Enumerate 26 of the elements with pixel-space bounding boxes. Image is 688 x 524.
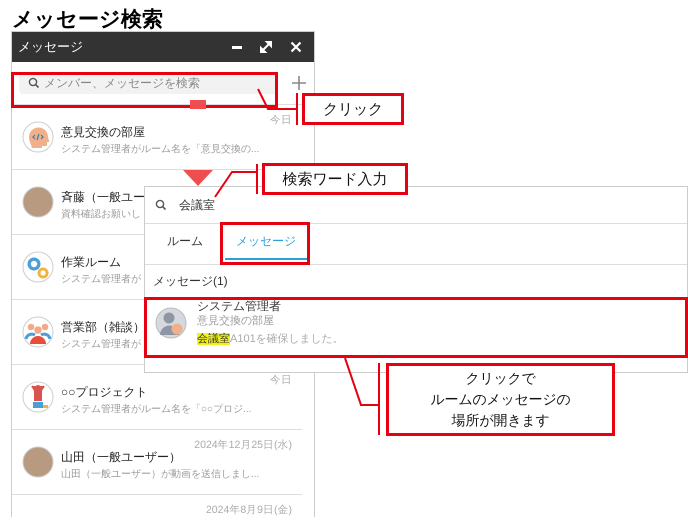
callout-text: クリック — [323, 100, 383, 118]
room-name: 営業部（雑談） — [61, 320, 145, 334]
timestamp: 2024年12月25日(水) — [194, 439, 292, 451]
timestamp: 2024年8月9日(金) — [206, 504, 292, 516]
message-preview: 山田（一般ユーザー）が動画を送信しまし... — [61, 468, 260, 480]
message-preview: システム管理者が — [61, 338, 142, 350]
callout-text: クリックで — [466, 369, 536, 388]
message-snippet: 会議室A101を確保しました。 — [197, 332, 344, 346]
message-preview: システム管理者がルーム名を「○○プロジ... — [61, 402, 252, 416]
room-name: 意見交換の部屋 — [61, 124, 146, 140]
room-name: 斉藤（一般ユー — [61, 190, 145, 204]
sender-name: システム管理者 — [197, 299, 282, 313]
timestamp: 今日 — [270, 374, 292, 386]
message-preview: システム管理者がルーム名を「意見交換の... — [61, 142, 260, 156]
window-title: メッセージ — [18, 38, 83, 56]
room-name: 意見交換の部屋 — [197, 314, 275, 328]
timestamp: 今日 — [270, 114, 292, 126]
room-name: ○○プロジェクト — [61, 384, 148, 400]
room-name: 作業ルーム — [61, 254, 122, 270]
message-preview: システム管理者が — [61, 272, 141, 286]
room-name: 山田（一般ユーザー） — [61, 450, 182, 464]
section-heading: メッセージ(1) — [152, 273, 229, 290]
message-preview: 資料確認お願いし — [61, 208, 142, 220]
callout-text: 場所が開きます — [452, 411, 550, 430]
callout-text: ルームのメッセージの — [430, 390, 570, 409]
page-title: メッセージ検索 — [11, 7, 164, 31]
